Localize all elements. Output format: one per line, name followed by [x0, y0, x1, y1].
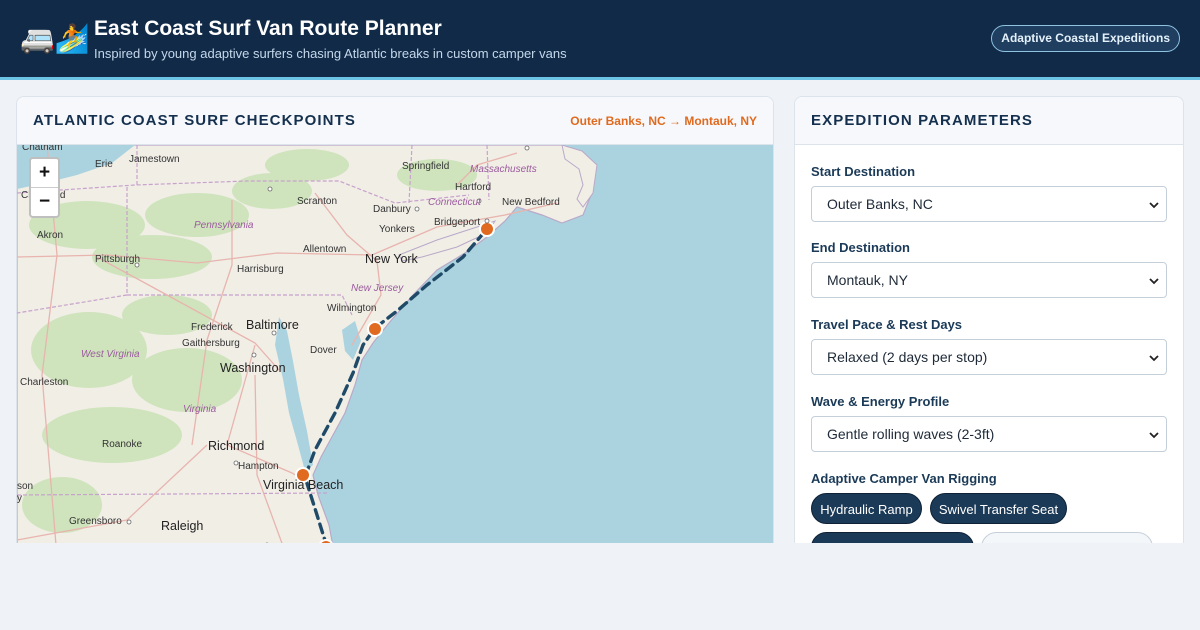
map-panel-title: ATLANTIC COAST SURF CHECKPOINTS	[33, 112, 356, 129]
van-surf-logo-icon: 🚐🏄	[20, 23, 90, 54]
map-label-new-jersey: New Jersey	[351, 283, 404, 294]
start-destination-value: Outer Banks, NC	[827, 196, 933, 212]
map-label-chatham: Chatham	[22, 145, 63, 153]
map-label-charleston: Charleston	[20, 377, 68, 388]
map-label-bridgeport: Bridgeport	[434, 217, 480, 228]
end-destination-label: End Destination	[811, 240, 910, 255]
map-label-hampton: Hampton	[238, 461, 279, 472]
map-label-allentown: Allentown	[303, 244, 346, 255]
map-label-wilmington: Wilmington	[327, 303, 376, 314]
end-destination-field: End Destination Montauk, NY	[811, 240, 1167, 298]
params-panel-header: EXPEDITION PARAMETERS	[795, 97, 1183, 145]
map-canvas[interactable]: Chatham Erie Jamestown Springfield Hartf…	[17, 145, 774, 556]
map-label-richmond: Richmond	[208, 439, 264, 453]
params-panel-title: EXPEDITION PARAMETERS	[811, 112, 1034, 129]
map-label-new-bedford: New Bedford	[502, 197, 560, 208]
map-label-yonkers: Yonkers	[379, 224, 415, 235]
map-label-pennsylvania: Pennsylvania	[194, 220, 254, 231]
travel-pace-field: Travel Pace & Rest Days Relaxed (2 days …	[811, 317, 1167, 375]
map-label-greensboro: Greensboro	[69, 516, 122, 527]
map-label-raleigh: Raleigh	[161, 519, 203, 533]
chip-hydraulic-ramp[interactable]: Hydraulic Ramp	[811, 493, 922, 524]
map-label-springfield: Springfield	[402, 161, 449, 172]
map-label-virginia: Virginia	[183, 404, 217, 415]
end-destination-value: Montauk, NY	[827, 272, 908, 288]
map-label-frederick: Frederick	[191, 322, 234, 333]
brand-badge: Adaptive Coastal Expeditions	[991, 25, 1180, 52]
rigging-field: Adaptive Camper Van Rigging	[811, 471, 1167, 486]
viewport-cutoff	[0, 543, 1200, 630]
map-label-harrisburg: Harrisburg	[237, 264, 284, 275]
wave-profile-select[interactable]: Gentle rolling waves (2-3ft)	[811, 416, 1167, 452]
route-map[interactable]: Chatham Erie Jamestown Springfield Hartf…	[17, 145, 774, 556]
map-label-scranton: Scranton	[297, 196, 337, 207]
zoom-control: + −	[29, 157, 60, 218]
map-label-hartford: Hartford	[455, 182, 491, 193]
map-label-washington: Washington	[220, 361, 286, 375]
wave-profile-value: Gentle rolling waves (2-3ft)	[827, 426, 995, 442]
travel-pace-value: Relaxed (2 days per stop)	[827, 349, 988, 365]
zoom-out-button[interactable]: −	[31, 187, 58, 215]
wave-profile-field: Wave & Energy Profile Gentle rolling wav…	[811, 394, 1167, 452]
map-panel-header: ATLANTIC COAST SURF CHECKPOINTS Outer Ba…	[17, 97, 773, 145]
wave-profile-label: Wave & Energy Profile	[811, 394, 950, 409]
map-label-massachusetts: Massachusetts	[470, 164, 537, 175]
start-destination-select[interactable]: Outer Banks, NC	[811, 186, 1167, 222]
map-panel: ATLANTIC COAST SURF CHECKPOINTS Outer Ba…	[16, 96, 774, 556]
page-subtitle: Inspired by young adaptive surfers chasi…	[94, 46, 567, 61]
params-panel: EXPEDITION PARAMETERS Start Destination …	[794, 96, 1184, 556]
chevron-down-icon	[1149, 355, 1159, 362]
map-label-y: y	[17, 493, 22, 504]
checkpoint-atlantic-city[interactable]	[367, 321, 383, 337]
map-label-new-york: New York	[365, 252, 419, 266]
map-label-erie: Erie	[95, 159, 113, 170]
map-label-gaithersburg: Gaithersburg	[182, 338, 240, 349]
travel-pace-select[interactable]: Relaxed (2 days per stop)	[811, 339, 1167, 375]
zoom-in-button[interactable]: +	[31, 159, 58, 187]
chevron-down-icon	[1149, 278, 1159, 285]
end-destination-select[interactable]: Montauk, NY	[811, 262, 1167, 298]
map-label-roanoke: Roanoke	[102, 439, 142, 450]
travel-pace-label: Travel Pace & Rest Days	[811, 317, 963, 332]
map-label-baltimore: Baltimore	[246, 318, 299, 332]
map-label-jamestown: Jamestown	[129, 154, 180, 165]
chevron-down-icon	[1149, 432, 1159, 439]
map-label-son: son	[17, 481, 33, 492]
route-summary: Outer Banks, NC → Montauk, NY	[570, 114, 757, 128]
app-header: 🚐🏄 East Coast Surf Van Route Planner Ins…	[0, 0, 1200, 80]
map-label-akron: Akron	[37, 230, 63, 241]
chevron-down-icon	[1149, 202, 1159, 209]
rigging-label: Adaptive Camper Van Rigging	[811, 471, 997, 486]
map-label-connecticut: Connecticut	[428, 197, 482, 208]
start-destination-field: Start Destination Outer Banks, NC	[811, 164, 1167, 222]
map-label-dover: Dover	[310, 345, 337, 356]
map-label-west-virginia: West Virginia	[81, 349, 140, 360]
chip-swivel-transfer-seat[interactable]: Swivel Transfer Seat	[930, 493, 1067, 524]
map-label-virginia-beach: Virginia Beach	[263, 478, 343, 492]
map-label-danbury: Danbury	[373, 204, 411, 215]
page-title: East Coast Surf Van Route Planner	[94, 17, 442, 40]
start-destination-label: Start Destination	[811, 164, 916, 179]
map-label-pittsburgh: Pittsburgh	[95, 254, 140, 265]
